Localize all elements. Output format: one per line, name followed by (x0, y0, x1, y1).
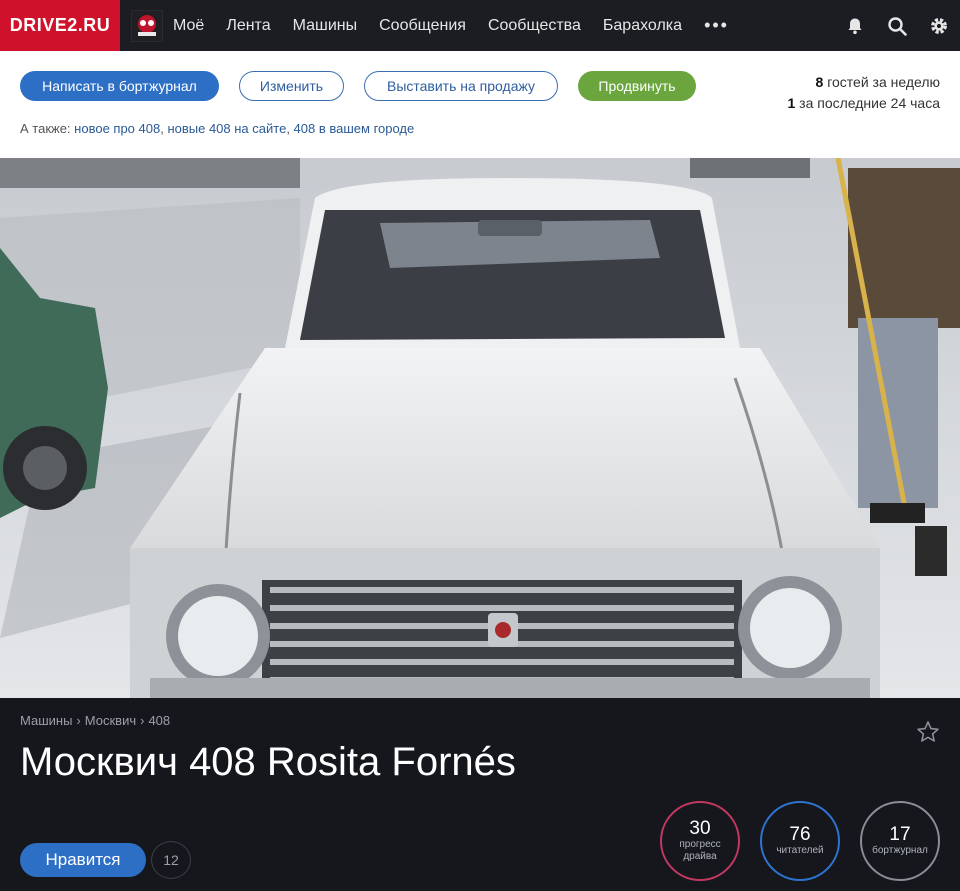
drive-progress-label-1: прогресс (679, 839, 721, 850)
car-photo-illustration (0, 158, 960, 698)
breadcrumb-408[interactable]: 408 (148, 713, 170, 728)
star-icon[interactable] (916, 720, 940, 744)
car-header: Машины › Москвич › 408 Москвич 408 Rosita Fo… (0, 698, 960, 891)
weekly-guests: 8 гостей за неделю (787, 72, 941, 93)
nav-item-messages[interactable]: Сообщения (379, 17, 466, 35)
edit-button[interactable]: Изменить (239, 71, 344, 101)
link-new-about-408[interactable]: новое про 408 (74, 121, 160, 136)
readers-counter[interactable]: 76 читателей (760, 801, 840, 881)
breadcrumb-separator: › (76, 713, 81, 728)
nav-item-mine[interactable]: Моё (173, 17, 204, 35)
car-photo[interactable] (0, 158, 960, 698)
like-button[interactable]: Нравится (20, 843, 146, 877)
gear-icon[interactable] (928, 15, 950, 37)
drive-progress-label-2: драйва (683, 851, 717, 862)
breadcrumb-separator: › (140, 713, 145, 728)
weekly-guests-label: гостей за неделю (827, 74, 940, 90)
car-title: Москвич 408 Rosita Fornés (20, 740, 516, 784)
write-logbook-button[interactable]: Написать в бортжурнал (20, 71, 219, 101)
visitor-stats: 8 гостей за неделю 1 за последние 24 час… (787, 72, 940, 114)
daily-guests: 1 за последние 24 часа (787, 93, 940, 114)
top-navigation: DRIVE2.RU Моё Лента Машины Сообщения Соо… (0, 0, 960, 51)
related-links: А также: новое про 408, новые 408 на сай… (20, 121, 415, 136)
search-icon[interactable] (886, 15, 908, 37)
breadcrumb-moskvich[interactable]: Москвич (85, 713, 136, 728)
logbook-label: бортжурнал (872, 845, 928, 856)
site-logo[interactable]: DRIVE2.RU (0, 0, 120, 51)
logbook-counter[interactable]: 17 бортжурнал (860, 801, 940, 881)
breadcrumb: Машины › Москвич › 408 (20, 713, 170, 728)
nav-item-cars[interactable]: Машины (293, 17, 358, 35)
breadcrumb-cars[interactable]: Машины (20, 713, 72, 728)
avatar-image (132, 10, 162, 41)
daily-guests-count: 1 (787, 95, 796, 111)
weekly-guests-count: 8 (815, 74, 824, 90)
link-new-408-on-site[interactable]: новые 408 на сайте (167, 121, 286, 136)
put-on-sale-button[interactable]: Выставить на продажу (364, 71, 558, 101)
nav-item-communities[interactable]: Сообщества (488, 17, 581, 35)
promote-button[interactable]: Продвинуть (578, 71, 696, 101)
link-408-in-your-city[interactable]: 408 в вашем городе (294, 121, 415, 136)
nav-item-feed[interactable]: Лента (226, 17, 270, 35)
nav-item-marketplace[interactable]: Барахолка (603, 17, 682, 35)
like-count: 12 (151, 841, 191, 879)
user-avatar[interactable] (131, 9, 163, 42)
daily-guests-label: за последние 24 часа (799, 95, 940, 111)
readers-value: 76 (789, 824, 811, 845)
more-menu-icon[interactable]: ••• (704, 15, 729, 36)
related-links-label: А также: (20, 121, 71, 136)
drive-progress-value: 30 (689, 818, 711, 839)
nav-icons (844, 0, 950, 51)
action-bar: Написать в бортжурнал Изменить Выставить… (0, 51, 960, 158)
readers-label: читателей (776, 845, 824, 856)
drive-progress-counter[interactable]: 30 прогресс драйва (660, 801, 740, 881)
logbook-value: 17 (889, 824, 911, 845)
bell-icon[interactable] (844, 15, 866, 37)
